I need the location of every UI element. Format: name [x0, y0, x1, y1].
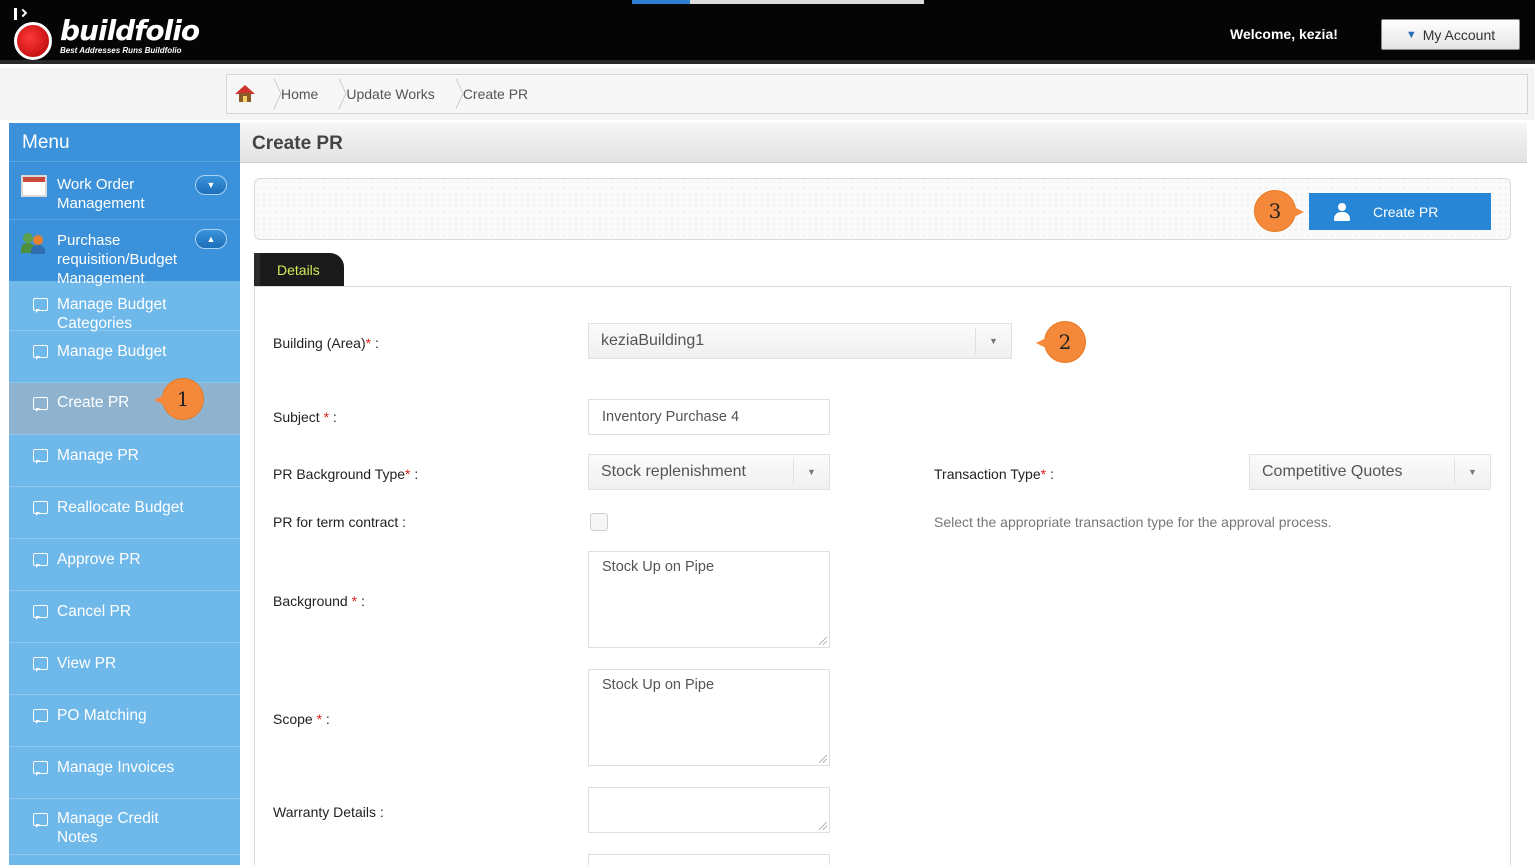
sidebar-item-view-pr[interactable]: View PR: [9, 643, 240, 695]
sidebar-item-approve-pr[interactable]: Approve PR: [9, 539, 240, 591]
comment-icon: [33, 761, 48, 776]
top-bar: buildfolio Best Addresses Runs Buildfoli…: [0, 0, 1535, 64]
sidebar-item-cancel-pr[interactable]: Cancel PR: [9, 591, 240, 643]
background-label: Background * :: [273, 593, 365, 609]
home-crumb[interactable]: [227, 75, 263, 113]
breadcrumb-bar: Home Update Works Create PR: [0, 68, 1535, 120]
collapse-toggle-icon[interactable]: ▲: [195, 229, 227, 249]
chevron-down-icon: ▼: [1405, 28, 1417, 41]
scope-label: Scope * :: [273, 711, 330, 727]
crumb-create-pr: Create PR: [462, 86, 529, 102]
sidebar-item-manage-budget[interactable]: Manage Budget: [9, 331, 240, 383]
dropdown-arrow-icon: ▼: [1454, 459, 1490, 485]
annotation-callout-1: 1: [154, 378, 204, 420]
comment-icon: [33, 345, 48, 360]
user-icon: [1333, 202, 1351, 221]
expand-toggle-icon[interactable]: ▼: [195, 175, 227, 195]
sidebar-group-work-order[interactable]: Work Order Management ▼: [9, 161, 240, 219]
sidebar-menu: Menu Work Order Management ▼ Purchase re…: [9, 123, 240, 865]
sidebar-item-po-matching[interactable]: PO Matching: [9, 695, 240, 747]
page-header: Create PR: [240, 123, 1527, 163]
dropdown-arrow-icon: ▼: [975, 328, 1011, 354]
comment-icon: [33, 298, 48, 313]
pr-background-type-label: PR Background Type* :: [273, 466, 419, 482]
resize-grip-icon[interactable]: [819, 822, 827, 830]
calendar-icon: [21, 175, 47, 197]
pr-background-type-select[interactable]: Stock replenishment ▼: [588, 454, 830, 490]
comment-icon: [33, 397, 48, 412]
term-contract-checkbox[interactable]: [590, 513, 608, 531]
comment-icon: [33, 709, 48, 724]
transaction-type-label: Transaction Type* :: [934, 466, 1054, 482]
sidebar-item-manage-invoices[interactable]: Manage Invoices: [9, 747, 240, 799]
tab-details[interactable]: Details: [254, 253, 344, 286]
comment-icon: [33, 449, 48, 464]
warranty-label: Warranty Details :: [273, 804, 384, 820]
menu-title: Menu: [9, 123, 240, 161]
subject-label: Subject * :: [273, 409, 337, 425]
buildfolio-logo[interactable]: buildfolio Best Addresses Runs Buildfoli…: [12, 8, 212, 60]
crumb-separator: [445, 75, 459, 113]
comment-icon: [33, 501, 48, 516]
sidebar-item-reallocate-budget[interactable]: Reallocate Budget: [9, 487, 240, 539]
crumb-home[interactable]: Home: [277, 86, 328, 102]
people-icon: [21, 231, 47, 254]
comment-icon: [33, 657, 48, 672]
crumb-separator: [263, 75, 277, 113]
logo-ball-icon: [14, 22, 52, 60]
sidebar-item-manage-credit-notes[interactable]: Manage Credit Notes: [9, 799, 240, 855]
crumb-update-works[interactable]: Update Works: [342, 86, 444, 102]
subject-input[interactable]: Inventory Purchase 4: [588, 399, 830, 435]
resize-grip-icon[interactable]: [819, 637, 827, 645]
sidebar-item-manage-budget-categories[interactable]: Manage Budget Categories: [9, 281, 240, 332]
building-select[interactable]: keziaBuilding1 ▼: [588, 323, 1012, 359]
sidebar-item-manage-pr[interactable]: Manage PR: [9, 435, 240, 487]
crumb-separator: [328, 75, 342, 113]
building-label: Building (Area)* :: [273, 335, 379, 351]
create-pr-button[interactable]: Create PR: [1309, 193, 1491, 230]
next-field-input[interactable]: [588, 854, 830, 865]
resize-grip-icon[interactable]: [819, 755, 827, 763]
warranty-textarea[interactable]: [588, 787, 830, 833]
comment-icon: [33, 605, 48, 620]
sidebar-group-purchase-requisition[interactable]: Purchase requisition/Budget Management ▲: [9, 219, 240, 287]
transaction-type-hint: Select the appropriate transaction type …: [934, 514, 1332, 530]
scope-textarea[interactable]: Stock Up on Pipe: [588, 669, 830, 766]
loading-strip: [632, 0, 924, 4]
home-icon: [235, 85, 255, 103]
welcome-text: Welcome, kezia!: [1230, 26, 1338, 42]
form-panel: [254, 286, 1511, 865]
dropdown-arrow-icon: ▼: [793, 459, 829, 485]
page-title: Create PR: [252, 133, 343, 154]
term-contract-label: PR for term contract :: [273, 514, 407, 530]
annotation-callout-3: 3: [1254, 190, 1304, 232]
sidebar-item-create-pr[interactable]: Create PR: [9, 383, 240, 435]
annotation-callout-2: 2: [1036, 321, 1086, 363]
breadcrumb: Home Update Works Create PR: [226, 74, 1528, 114]
comment-icon: [33, 813, 48, 828]
background-textarea[interactable]: Stock Up on Pipe: [588, 551, 830, 648]
comment-icon: [33, 553, 48, 568]
transaction-type-select[interactable]: Competitive Quotes ▼: [1249, 454, 1491, 490]
my-account-button[interactable]: ▼ My Account: [1381, 19, 1520, 50]
